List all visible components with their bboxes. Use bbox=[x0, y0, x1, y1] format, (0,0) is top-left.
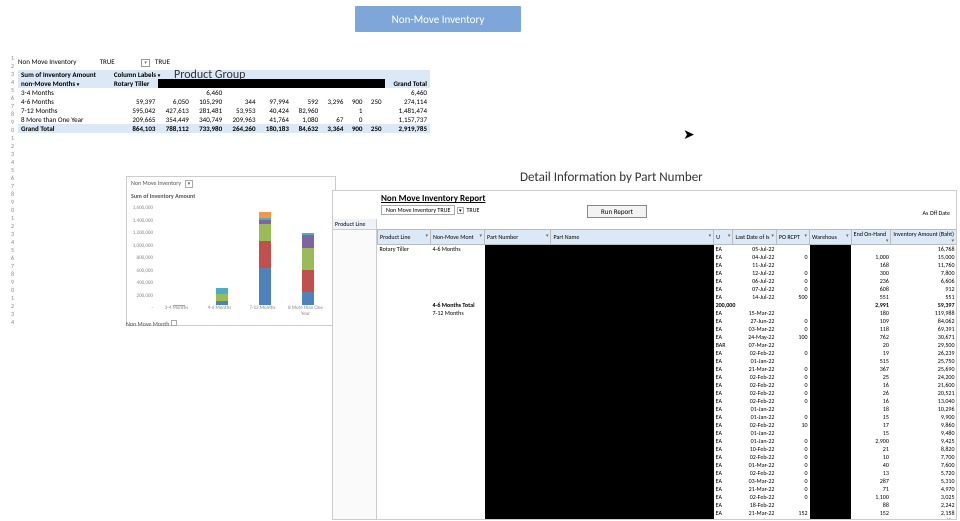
report-row: EA07-Jul-220608912 bbox=[378, 285, 957, 293]
report-side-panel: Product Line bbox=[333, 219, 377, 519]
report-row: EA24-May-2210076230,671 bbox=[378, 333, 957, 341]
report-row: EA02-Feb-22701,680 bbox=[378, 517, 957, 519]
report-col[interactable]: Warehous▾ bbox=[810, 230, 852, 245]
report-row: EA21-Mar-221521522,158 bbox=[378, 509, 957, 517]
slicer-dropdown[interactable]: ▾ bbox=[141, 59, 150, 67]
report-col[interactable]: Product Line▾ bbox=[378, 230, 431, 245]
slicer-label: Non Move Inventory bbox=[18, 57, 98, 66]
chart-x-axis: 3-4 Months4-6 Months7-12 Months8 More th… bbox=[155, 305, 327, 317]
report-row: EA02-Feb-2202620,521 bbox=[378, 389, 957, 397]
filter-icon[interactable]: ▾ bbox=[185, 180, 193, 188]
report-row: EA11-Jul-2216811,760 bbox=[378, 261, 957, 269]
as-of-label: As Off Date bbox=[923, 209, 950, 217]
detail-report: Non Move Inventory Report Non Move Inven… bbox=[332, 190, 957, 520]
chart-filter-label: Non Move Inventory bbox=[131, 179, 181, 187]
report-row: EA02-Feb-220135,720 bbox=[378, 469, 957, 477]
chart-footer: Non Move Month bbox=[126, 320, 177, 328]
report-row: EA06-Jul-2202366,606 bbox=[378, 277, 957, 285]
report-row: BAR07-Mar-222029,500 bbox=[378, 341, 957, 349]
report-col[interactable]: Part Name▾ bbox=[551, 230, 714, 245]
report-row: EA02-Feb-2210179,860 bbox=[378, 421, 957, 429]
report-col[interactable]: PO RCPT▾ bbox=[776, 230, 809, 245]
report-row: EA01-Mar-220407,600 bbox=[378, 461, 957, 469]
pivot-row-label: 7-12 Months bbox=[18, 106, 111, 115]
pivot-row-label: 4-6 Months bbox=[18, 97, 111, 106]
report-row: Rotary Tiller4-6 MonthsEA05-Jul-2216,768 bbox=[378, 245, 957, 254]
report-col[interactable]: Inventory Amount (Baht)▾ bbox=[891, 230, 957, 245]
report-row: EA01-Jan-220159,900 bbox=[378, 413, 957, 421]
report-row: EA01-Jan-2202,9009,425 bbox=[378, 437, 957, 445]
run-report-button[interactable]: Run Report bbox=[587, 205, 647, 218]
report-row: EA04-Jul-2201,00015,000 bbox=[378, 253, 957, 261]
report-row: EA01-Jan-221810,296 bbox=[378, 405, 957, 413]
pivot-col-header[interactable]: Column Labels ▾ bbox=[111, 70, 430, 79]
report-row: EA18-Feb-22882,242 bbox=[378, 501, 957, 509]
report-col[interactable]: Last Date of Is▾ bbox=[733, 230, 776, 245]
detail-heading: Detail Information by Part Number bbox=[520, 170, 703, 185]
chart: Non Move Inventory ▾ Sum of Inventory Amo… bbox=[126, 176, 336, 326]
report-row: EA12-Jul-2203007,800 bbox=[378, 269, 957, 277]
report-col[interactable]: End On-Hand▾ bbox=[851, 230, 891, 245]
report-col[interactable]: Non-Move Mont▾ bbox=[430, 230, 484, 245]
report-filter-dropdown[interactable]: ▾ bbox=[457, 207, 464, 214]
slicer-value2: TRUE bbox=[155, 57, 170, 66]
pivot-row-field[interactable]: non-Move Months ▾ bbox=[18, 79, 111, 88]
report-row: EA01-Jan-2251525,750 bbox=[378, 357, 957, 365]
pivot-row-header[interactable]: Sum of Inventory Amount bbox=[18, 70, 111, 79]
cursor-icon: ➤ bbox=[683, 126, 695, 143]
pivot-gt-col: Grand Total bbox=[385, 79, 430, 88]
report-row: EA03-Mar-22011869,391 bbox=[378, 325, 957, 333]
report-row: EA14-Jul-22500551551 bbox=[378, 293, 957, 301]
report-row: EA27-Jun-22010984,062 bbox=[378, 317, 957, 325]
chart-y-axis: 1,600,0001,400,0001,200,0001,000,000800,… bbox=[131, 205, 153, 318]
report-row: EA03-Mar-2202875,310 bbox=[378, 477, 957, 485]
report-row: 7-12 MonthsEA15-Mar-22180119,988 bbox=[378, 309, 957, 317]
pivot-row-label: 3-4 Months bbox=[18, 88, 111, 97]
page-tag: Non-Move Inventory bbox=[355, 6, 521, 32]
filter-icon[interactable] bbox=[171, 320, 177, 326]
report-row: EA21-Mar-22036725,690 bbox=[378, 365, 957, 373]
report-row: EA02-Feb-2201,1003,025 bbox=[378, 493, 957, 501]
chart-title: Sum of Inventory Amount bbox=[127, 190, 335, 202]
report-row: EA02-Feb-2202524,200 bbox=[378, 373, 957, 381]
report-col[interactable]: Part Number▾ bbox=[485, 230, 551, 245]
report-col[interactable]: U▾ bbox=[714, 230, 733, 245]
report-row: EA21-Mar-220714,970 bbox=[378, 485, 957, 493]
report-row: EA02-Feb-2201621,600 bbox=[378, 381, 957, 389]
side-header: Product Line bbox=[333, 219, 376, 230]
report-row: EA02-Feb-220107,700 bbox=[378, 453, 957, 461]
slicer-value: TRUE bbox=[100, 57, 140, 66]
report-row: EA02-Feb-2201926,239 bbox=[378, 349, 957, 357]
pivot-row-label: 8 More than One Year bbox=[18, 115, 111, 124]
report-row: EA10-Feb-220218,820 bbox=[378, 445, 957, 453]
report-row: EA02-Feb-2201613,040 bbox=[378, 397, 957, 405]
chart-plot-area bbox=[155, 205, 327, 305]
report-grid: Product Line▾Non-Move Mont▾Part Number▾P… bbox=[377, 229, 957, 519]
row-numbers: 1234567890123456789012345678901234 bbox=[4, 54, 14, 326]
pivot-col-1: Rotary Tiller bbox=[111, 79, 159, 88]
pivot-title: Product Group bbox=[174, 68, 245, 82]
report-row: EA01-Jan-22159,480 bbox=[378, 429, 957, 437]
report-title: Non Move Inventory Report bbox=[333, 191, 956, 204]
